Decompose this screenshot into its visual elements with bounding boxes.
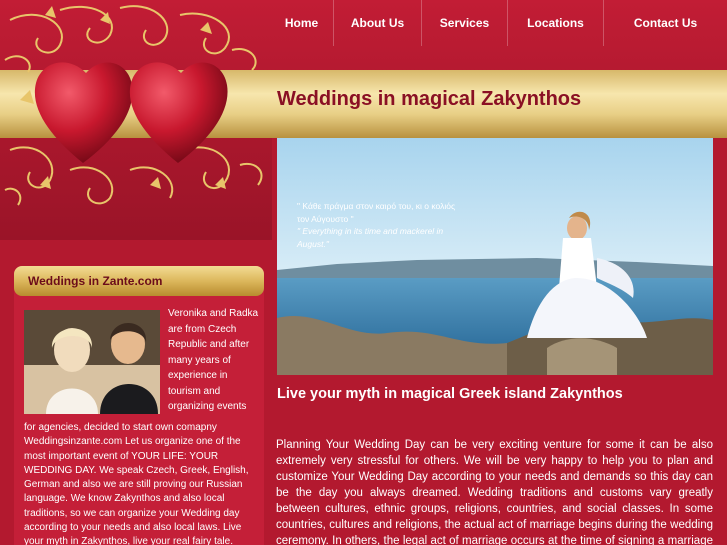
sidebar-intro-text: Veronika and Radka are from Czech Republ… <box>168 308 259 412</box>
hero-quote-english: " Everything in its time and mackerel in… <box>297 226 444 249</box>
nav-locations[interactable]: Locations <box>508 0 604 46</box>
hero-quote: " Κάθε πράγμα στον καιρό του, κι ο κολιό… <box>297 200 467 250</box>
nav-services[interactable]: Services <box>422 0 508 46</box>
main-paragraph: Planning Your Wedding Day can be very ex… <box>276 439 713 545</box>
main-heading: Live your myth in magical Greek island Z… <box>277 386 623 402</box>
nav-home[interactable]: Home <box>270 0 334 46</box>
sidebar-body-text: for agencies, decided to start own comap… <box>24 422 249 545</box>
site-title: Weddings in magical Zakynthos <box>277 88 582 110</box>
sidebar-title: Weddings in Zante.com <box>14 266 264 296</box>
hero-quote-greek: " Κάθε πράγμα στον καιρό του, κι ο κολιό… <box>297 201 456 224</box>
two-hearts-icon <box>34 62 228 163</box>
main-nav: Home About Us Services Locations Contact… <box>270 0 727 46</box>
hero-image <box>277 138 713 375</box>
owners-photo <box>24 310 160 414</box>
nav-contact-us[interactable]: Contact Us <box>604 0 727 46</box>
nav-about-us[interactable]: About Us <box>334 0 422 46</box>
